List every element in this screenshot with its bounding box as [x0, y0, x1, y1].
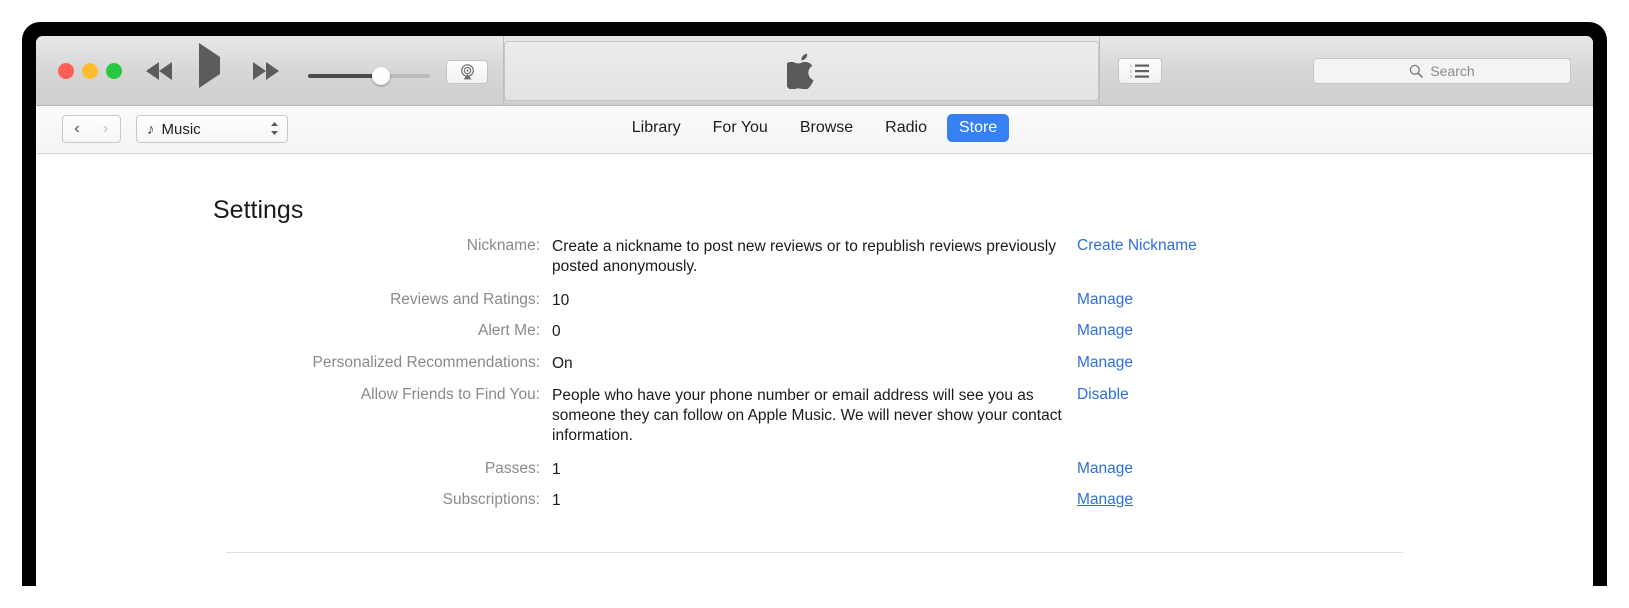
- minimize-button[interactable]: [82, 63, 98, 79]
- rewind-icon: [159, 62, 172, 80]
- settings-row-allow-friends-to-find-you: Allow Friends to Find You: People who ha…: [36, 386, 1593, 445]
- section-divider: [226, 552, 1403, 553]
- settings-row-passes: Passes: 1 Manage: [36, 460, 1593, 480]
- row-value: People who have your phone number or ema…: [552, 387, 1062, 444]
- settings-row-personalized-recommendations: Personalized Recommendations: On Manage: [36, 354, 1593, 374]
- tab-for-you[interactable]: For You: [701, 114, 780, 142]
- manage-subscriptions-link[interactable]: Manage: [1077, 491, 1133, 509]
- row-label: Allow Friends to Find You:: [360, 386, 540, 404]
- tab-library[interactable]: Library: [620, 114, 693, 142]
- airplay-icon: [460, 64, 474, 80]
- manage-recommendations-link[interactable]: Manage: [1077, 354, 1133, 372]
- fastforward-icon: [253, 62, 266, 80]
- page-title: Settings: [213, 196, 304, 224]
- up-next-button[interactable]: 1 2 3: [1118, 58, 1162, 84]
- row-label: Alert Me:: [477, 322, 540, 340]
- svg-text:3: 3: [1130, 75, 1132, 79]
- window-frame: 1 2 3 Search ‹ › ♪ Music Library For You…: [22, 22, 1607, 586]
- search-placeholder: Search: [1430, 63, 1475, 79]
- disable-find-you-link[interactable]: Disable: [1077, 386, 1129, 404]
- status-display: [504, 41, 1099, 101]
- settings-row-alert-me: Alert Me: 0 Manage: [36, 322, 1593, 342]
- volume-slider-knob[interactable]: [372, 67, 390, 85]
- row-label: Reviews and Ratings:: [390, 290, 540, 308]
- play-button[interactable]: [199, 43, 220, 88]
- row-value: 1: [552, 492, 561, 510]
- list-icon: 1 2 3: [1130, 64, 1149, 79]
- fastforward-icon: [266, 62, 279, 80]
- tab-store[interactable]: Store: [946, 114, 1010, 142]
- row-value: 10: [552, 291, 570, 309]
- toolbar: 1 2 3 Search: [36, 36, 1593, 106]
- row-value: 0: [552, 323, 561, 341]
- toolbar-divider: [1099, 36, 1100, 105]
- row-value: 1: [552, 460, 561, 478]
- row-label: Passes:: [484, 459, 540, 477]
- maximize-button[interactable]: [106, 63, 122, 79]
- tab-radio[interactable]: Radio: [873, 114, 939, 142]
- volume-slider[interactable]: [308, 67, 430, 85]
- manage-passes-link[interactable]: Manage: [1077, 460, 1133, 478]
- navigation-bar: ‹ › ♪ Music Library For You Browse Radio…: [36, 106, 1593, 154]
- row-value: Create a nickname to post new reviews or…: [552, 238, 1056, 275]
- itunes-window: 1 2 3 Search ‹ › ♪ Music Library For You…: [36, 36, 1593, 586]
- settings-table: Nickname: Create a nickname to post new …: [36, 237, 1593, 519]
- search-input[interactable]: Search: [1313, 58, 1571, 84]
- svg-text:2: 2: [1130, 69, 1132, 73]
- settings-row-subscriptions: Subscriptions: 1 Manage: [36, 491, 1593, 511]
- row-value: On: [552, 355, 573, 373]
- row-label: Subscriptions:: [442, 491, 540, 509]
- previous-track-button[interactable]: [146, 62, 172, 80]
- settings-row-nickname: Nickname: Create a nickname to post new …: [36, 237, 1593, 277]
- close-button[interactable]: [58, 63, 74, 79]
- next-track-button[interactable]: [253, 62, 279, 80]
- settings-row-reviews-and-ratings: Reviews and Ratings: 10 Manage: [36, 291, 1593, 311]
- apple-logo-icon: [786, 53, 813, 89]
- manage-reviews-link[interactable]: Manage: [1077, 291, 1133, 309]
- rewind-icon: [146, 62, 159, 80]
- manage-alerts-link[interactable]: Manage: [1077, 322, 1133, 340]
- play-icon: [199, 43, 220, 88]
- tab-bar: Library For You Browse Radio Store: [36, 114, 1593, 142]
- search-icon: [1410, 64, 1424, 78]
- create-nickname-link[interactable]: Create Nickname: [1077, 237, 1197, 255]
- row-label: Nickname:: [466, 237, 540, 254]
- row-label: Personalized Recommendations:: [312, 354, 540, 372]
- tab-browse[interactable]: Browse: [788, 114, 865, 142]
- airplay-button[interactable]: [446, 60, 488, 84]
- svg-text:1: 1: [1130, 64, 1132, 68]
- settings-page: Settings Nickname: Create a nickname to …: [36, 154, 1593, 586]
